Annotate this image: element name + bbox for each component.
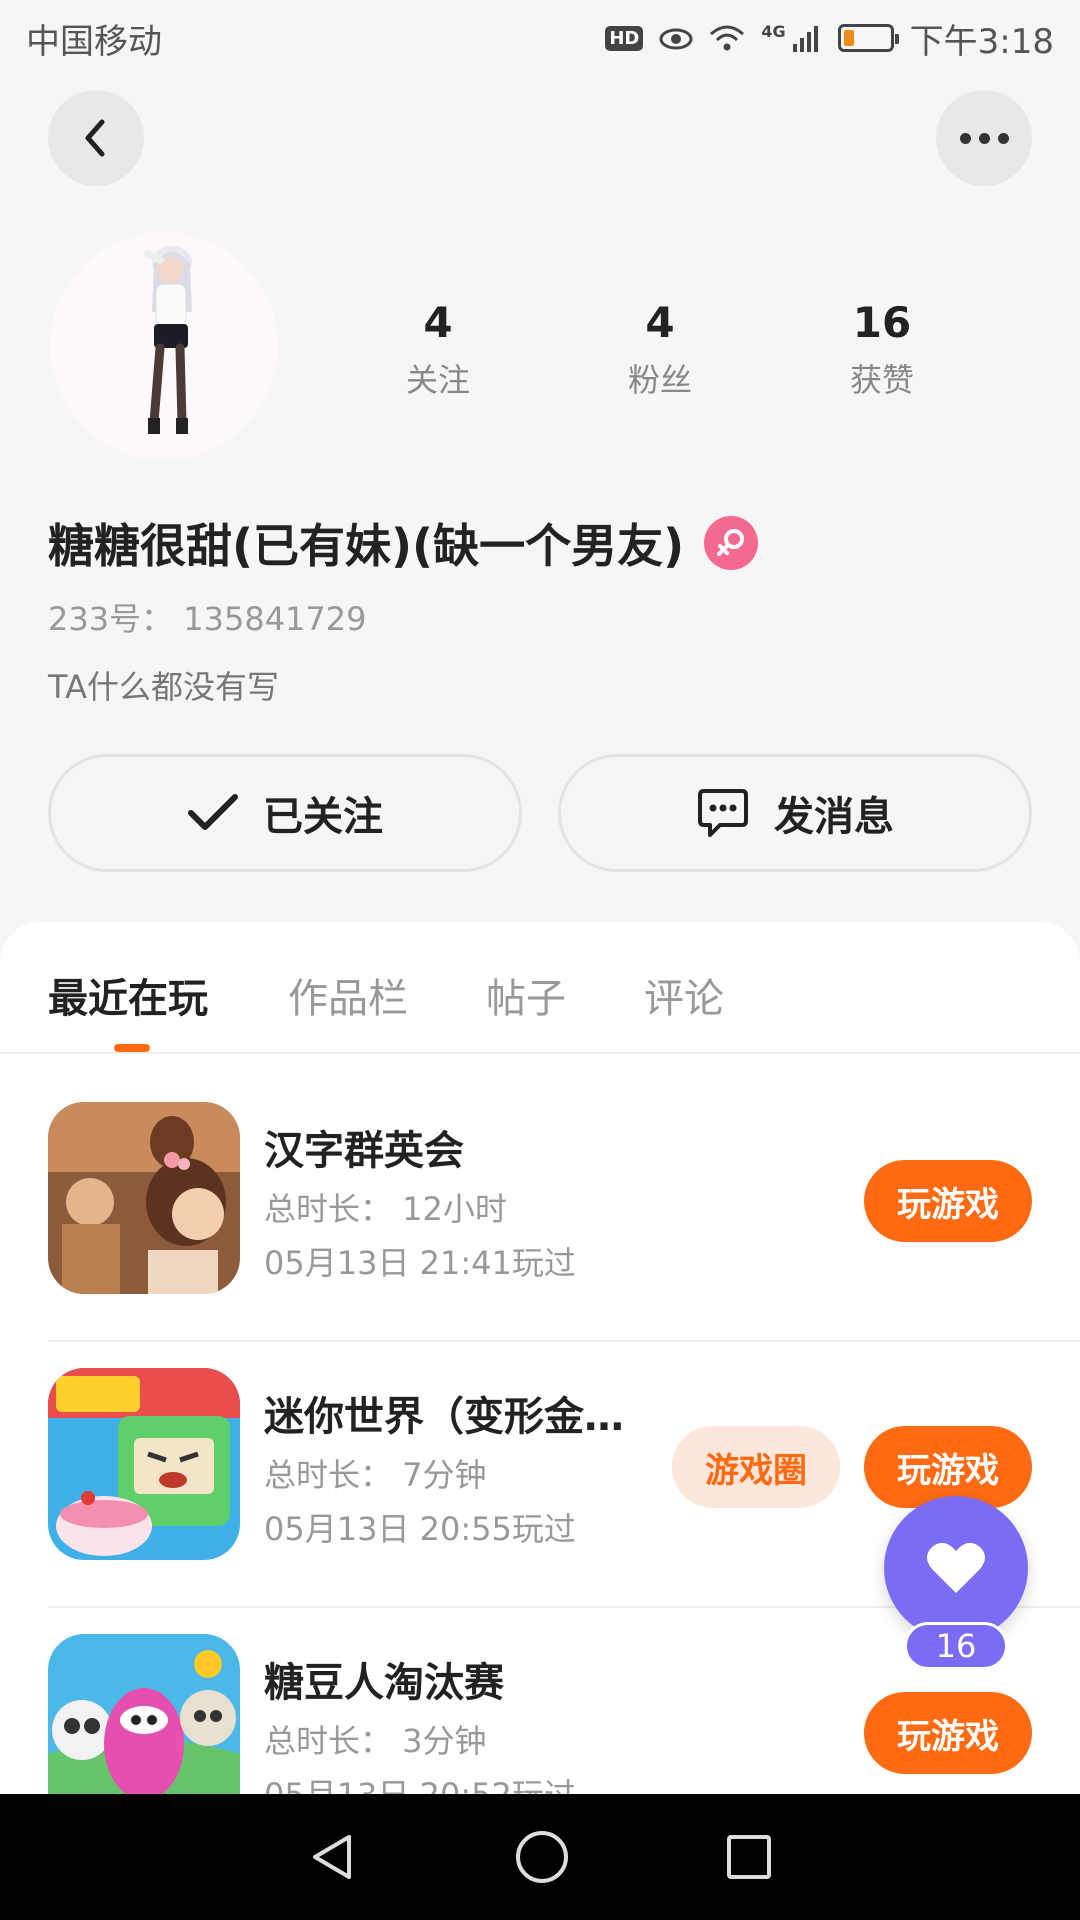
tab-recently-played[interactable]: 最近在玩 [48, 966, 208, 1024]
network-type: 4G [761, 21, 786, 41]
system-nav-bar [0, 1794, 1080, 1920]
game-icon [48, 1102, 240, 1294]
female-icon [704, 516, 759, 570]
stat-followers[interactable]: 4 粉丝 [570, 298, 750, 401]
tab-works[interactable]: 作品栏 [288, 966, 408, 1024]
nickname: 糖糖很甜(已有妹)(缺一个男友) [48, 519, 685, 573]
stat-likes[interactable]: 16 获赞 [792, 298, 972, 401]
user-id: 233号： 135841729 [48, 600, 367, 638]
game-circle-button[interactable]: 游戏圈 [672, 1426, 840, 1508]
stat-value: 16 [852, 298, 912, 347]
play-game-button[interactable]: 玩游戏 [864, 1692, 1032, 1774]
more-dots-icon [959, 132, 1009, 144]
game-last-played: 05月13日 20:55玩过 [264, 1510, 576, 1548]
like-button[interactable] [884, 1496, 1028, 1640]
tab-bar: 最近在玩 作品栏 帖子 评论 [0, 922, 1080, 1054]
nav-home-icon[interactable] [514, 1829, 570, 1885]
tab-comments[interactable]: 评论 [644, 966, 724, 1024]
nav-back-icon[interactable] [307, 1831, 359, 1883]
message-button[interactable]: 发消息 [558, 754, 1032, 872]
more-button[interactable] [936, 90, 1032, 186]
chat-icon [698, 789, 748, 837]
avatar[interactable] [50, 232, 278, 460]
game-name: 糖豆人淘汰赛 [264, 1660, 504, 1706]
nickname-row: 糖糖很甜(已有妹)(缺一个男友) [48, 510, 759, 576]
avatar-figure [144, 246, 192, 434]
game-duration: 总时长： 3分钟 [264, 1722, 487, 1760]
heart-icon [927, 1542, 985, 1593]
bio: TA什么都没有写 [48, 668, 279, 706]
stat-value: 4 [645, 298, 675, 347]
status-bar: 中国移动 HD 4G 下午3:18 [0, 0, 1080, 76]
game-icon [48, 1368, 240, 1560]
tab-posts[interactable]: 帖子 [486, 966, 566, 1024]
clock: 下午3:18 [909, 21, 1054, 62]
game-last-played: 05月13日 21:41玩过 [264, 1244, 576, 1282]
game-name: 迷你世界（变形金… [264, 1394, 624, 1440]
stat-label: 获赞 [849, 361, 914, 399]
carrier-name: 中国移动 [26, 21, 162, 62]
game-name: 汉字群英会 [264, 1128, 464, 1174]
stat-label: 关注 [405, 361, 470, 399]
game-duration: 总时长： 7分钟 [264, 1456, 487, 1494]
stat-label: 粉丝 [627, 361, 692, 399]
play-game-button[interactable]: 玩游戏 [864, 1160, 1032, 1242]
back-arrow-icon [85, 119, 105, 157]
wifi-icon [710, 25, 745, 51]
message-label: 发消息 [774, 794, 894, 840]
like-count: 16 [904, 1622, 1008, 1670]
nav-recent-icon[interactable] [725, 1833, 773, 1881]
eye-icon [659, 28, 693, 50]
game-duration: 总时长： 12小时 [264, 1190, 507, 1228]
list-item[interactable]: 汉字群英会 总时长： 12小时 05月13日 21:41玩过 玩游戏 [48, 1076, 1080, 1342]
following-label: 已关注 [263, 794, 383, 840]
following-button[interactable]: 已关注 [48, 754, 522, 872]
tab-indicator [114, 1044, 150, 1052]
content-card: 最近在玩 作品栏 帖子 评论 汉字群英会 总时长： 12小时 05月13日 21… [0, 922, 1080, 1920]
stat-value: 4 [423, 298, 453, 347]
back-button[interactable] [48, 90, 144, 186]
hd-badge: HD [605, 25, 644, 51]
signal-icon [792, 26, 818, 52]
battery-icon [837, 24, 899, 52]
check-icon [188, 794, 238, 830]
stat-following[interactable]: 4 关注 [348, 298, 528, 401]
